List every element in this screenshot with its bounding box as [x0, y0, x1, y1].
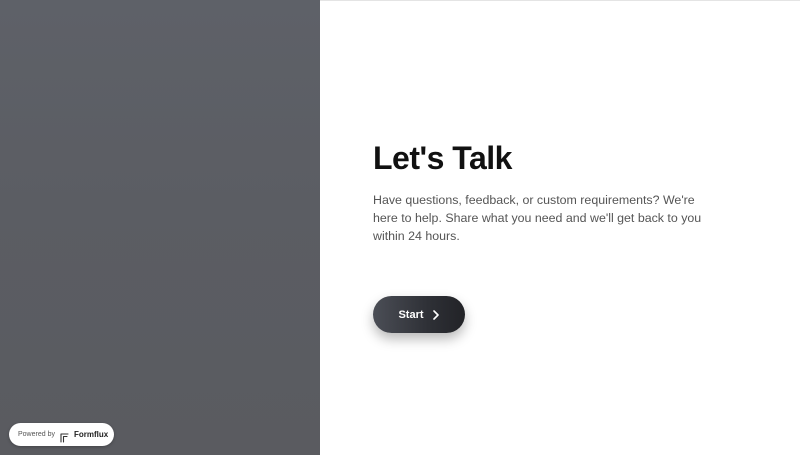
brand-name: Formflux — [73, 430, 109, 439]
page-description: Have questions, feedback, or custom requ… — [373, 193, 702, 243]
chevron-right-icon — [432, 309, 440, 320]
powered-by-label: Powered by — [18, 431, 55, 438]
formflux-logo-icon — [60, 430, 69, 443]
start-button-label: Start — [398, 308, 424, 321]
welcome-text-block: Let's Talk Have questions, feedback, or … — [373, 139, 703, 245]
form-welcome-page: Let's Talk Have questions, feedback, or … — [0, 0, 800, 455]
page-title: Let's Talk — [373, 140, 512, 176]
cover-image-panel — [0, 0, 320, 455]
start-button[interactable]: Start — [373, 296, 465, 333]
powered-by-badge[interactable]: Powered by Formflux — [9, 423, 114, 446]
welcome-content-panel: Let's Talk Have questions, feedback, or … — [320, 1, 800, 455]
